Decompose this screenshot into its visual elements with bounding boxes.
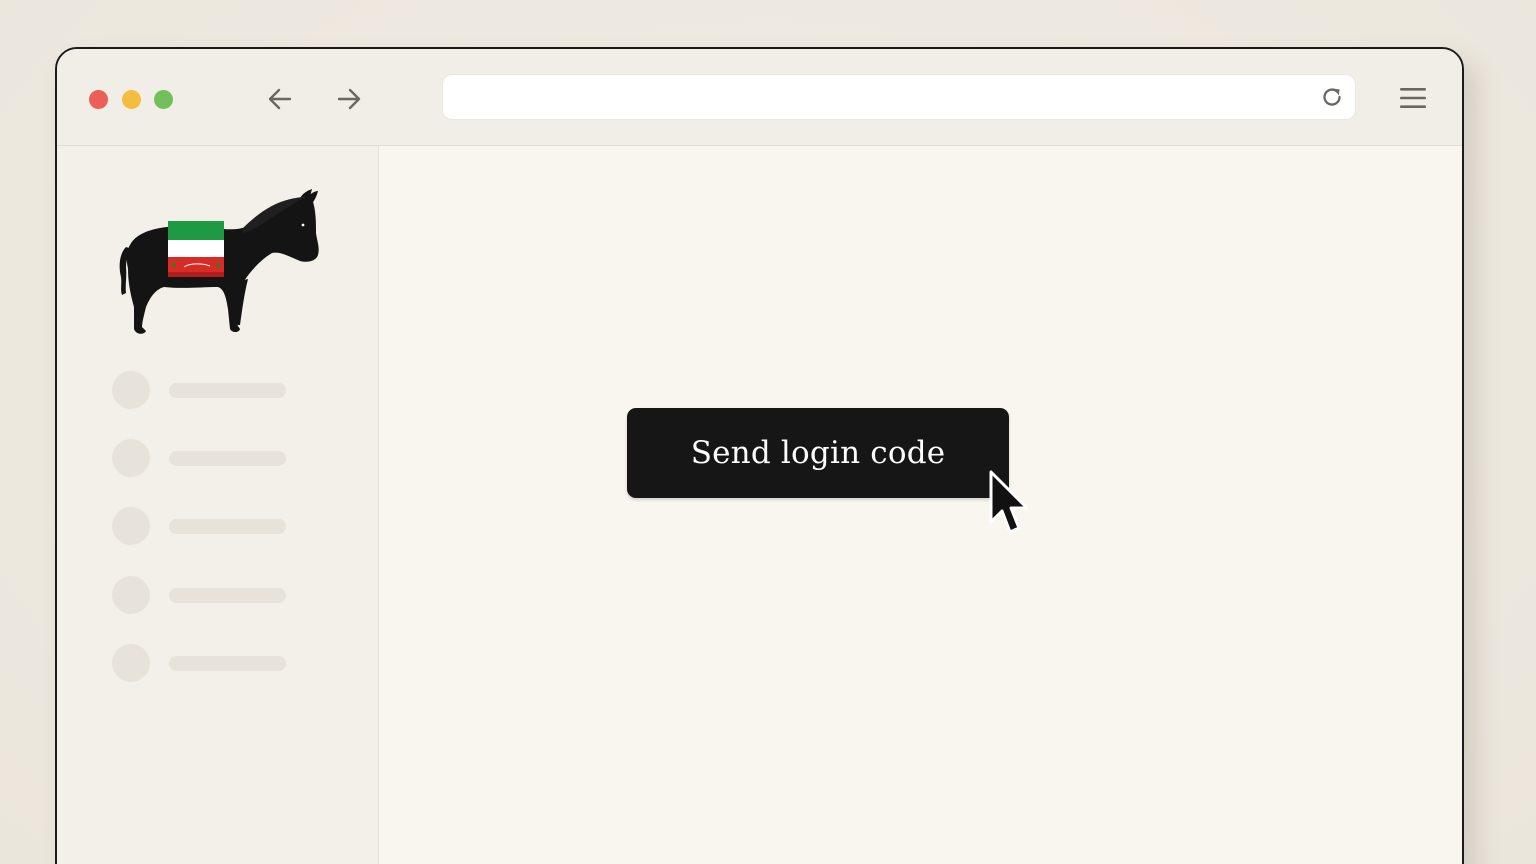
sidebar-item-icon — [112, 371, 150, 409]
screen-background: Send login code — [0, 0, 1536, 864]
sidebar-item-2[interactable] — [112, 438, 292, 478]
sidebar-item-label — [169, 451, 286, 466]
sidebar-item-3[interactable] — [112, 506, 292, 546]
donkey-logo[interactable] — [112, 189, 322, 337]
arrow-left-icon — [268, 88, 292, 110]
donkey-with-flag-blanket-logo — [119, 189, 319, 334]
sidebar-item-icon — [112, 576, 150, 614]
send-login-code-label: Send login code — [690, 435, 946, 471]
hamburger-menu-icon — [1400, 88, 1426, 108]
browser-toolbar — [57, 49, 1462, 146]
sidebar-item-1[interactable] — [112, 370, 292, 410]
sidebar-item-label — [169, 519, 286, 534]
sidebar-item-icon — [112, 644, 150, 682]
sidebar — [57, 146, 379, 864]
sidebar-item-icon — [112, 507, 150, 545]
browser-window: Send login code — [55, 47, 1464, 864]
minimize-window-button[interactable] — [122, 90, 141, 109]
reload-button[interactable] — [1319, 84, 1345, 110]
back-button[interactable] — [263, 83, 297, 115]
sidebar-item-label — [169, 383, 286, 398]
send-login-code-button[interactable]: Send login code — [627, 408, 1009, 498]
forward-button[interactable] — [332, 83, 366, 115]
maximize-window-button[interactable] — [154, 90, 173, 109]
sidebar-item-5[interactable] — [112, 643, 292, 683]
sidebar-item-label — [169, 656, 286, 671]
sidebar-item-icon — [112, 439, 150, 477]
arrow-right-icon — [337, 88, 361, 110]
main-content: Send login code — [379, 146, 1462, 864]
close-window-button[interactable] — [89, 90, 108, 109]
address-bar[interactable] — [443, 75, 1355, 119]
reload-icon — [1323, 88, 1341, 106]
sidebar-item-4[interactable] — [112, 575, 292, 615]
browser-menu-button[interactable] — [1397, 84, 1429, 112]
sidebar-item-label — [169, 588, 286, 603]
